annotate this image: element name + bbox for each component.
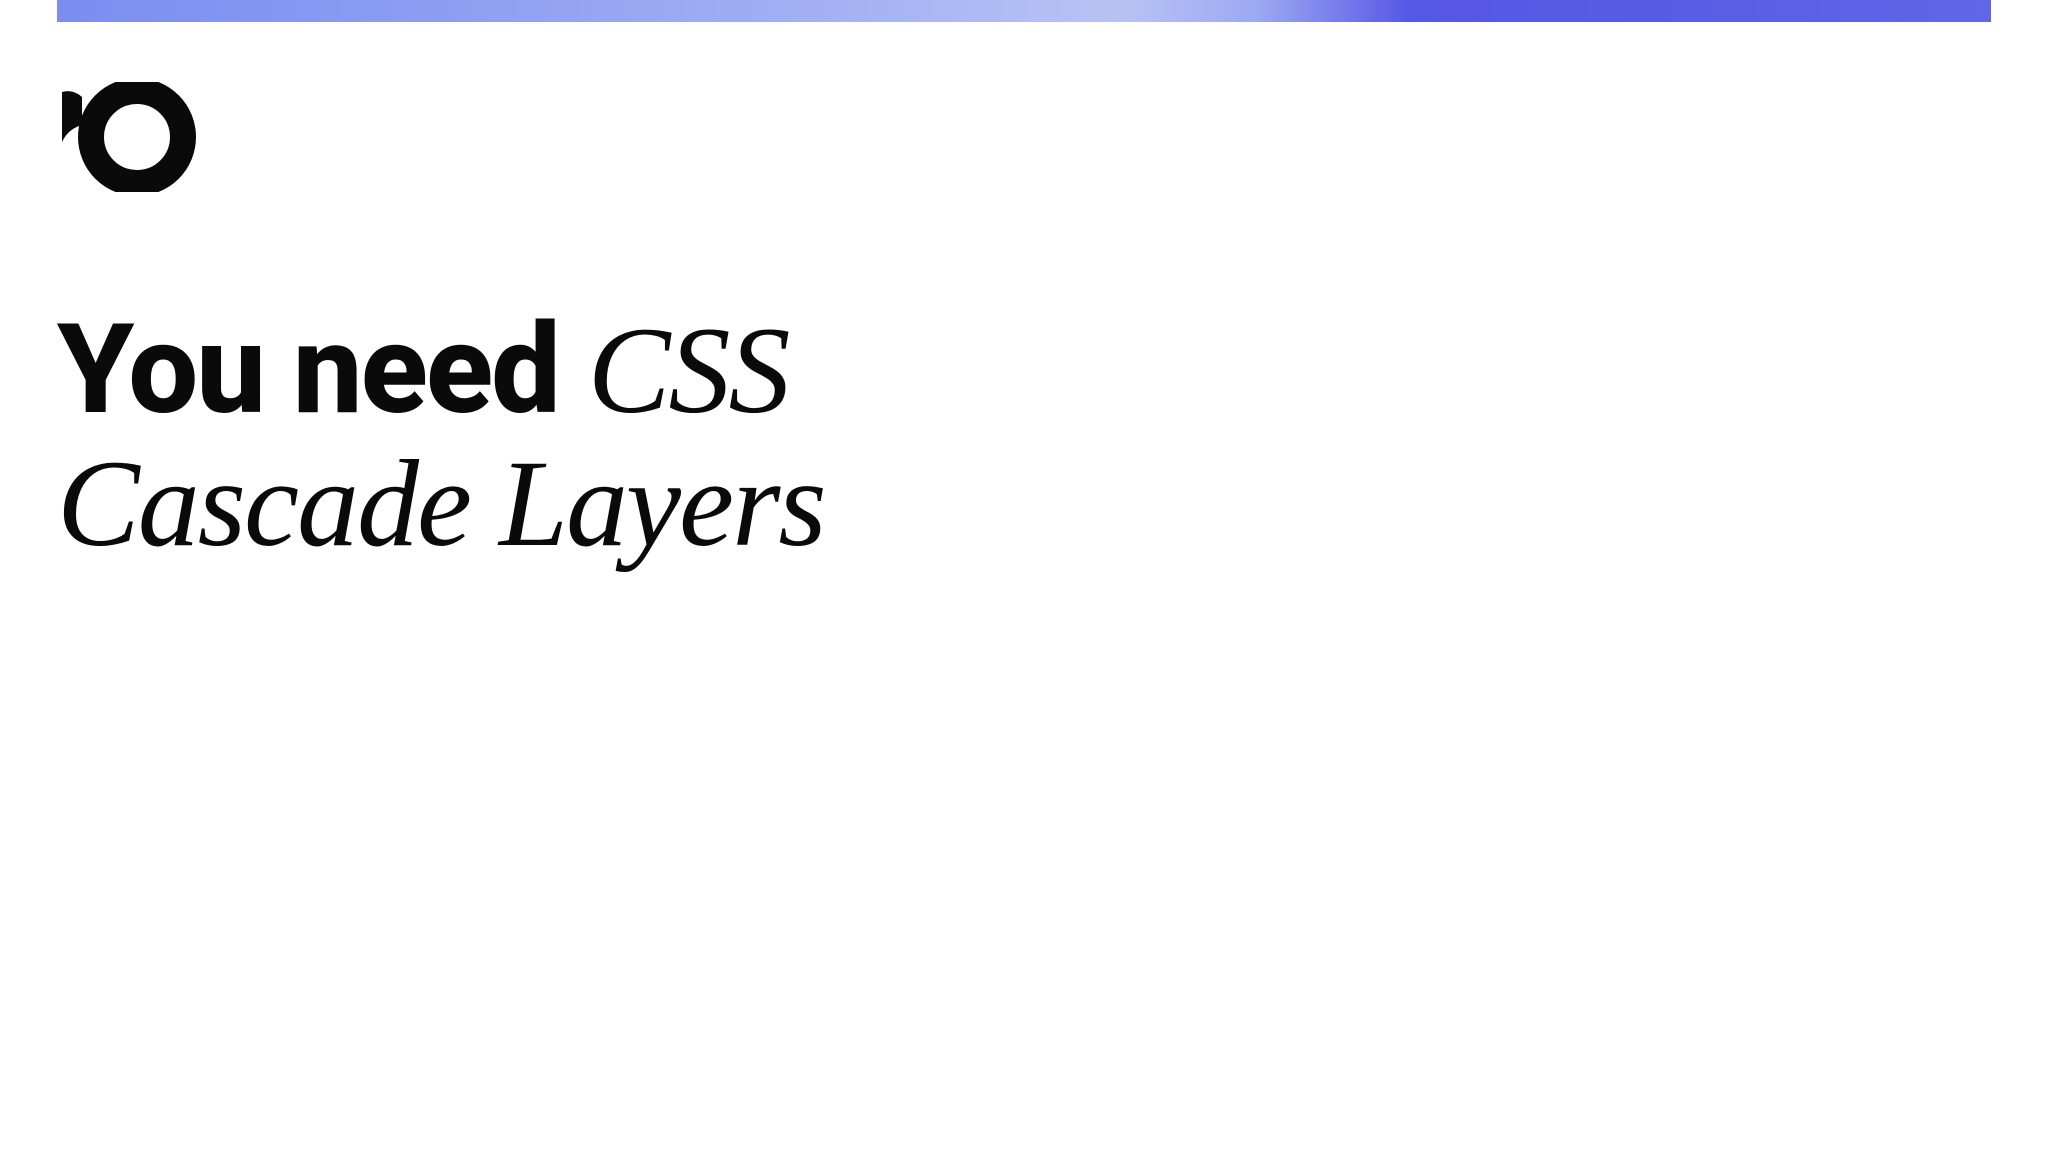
page-title: You need CSS Cascade Layers [57,302,1991,574]
io-logo [57,82,217,192]
heading-prefix: You need [57,298,588,443]
heading-italic-2: Cascade Layers [57,435,1991,574]
heading-italic-1: CSS [588,302,789,439]
top-banner [57,0,1991,22]
content-area: You need CSS Cascade Layers [0,22,2048,574]
